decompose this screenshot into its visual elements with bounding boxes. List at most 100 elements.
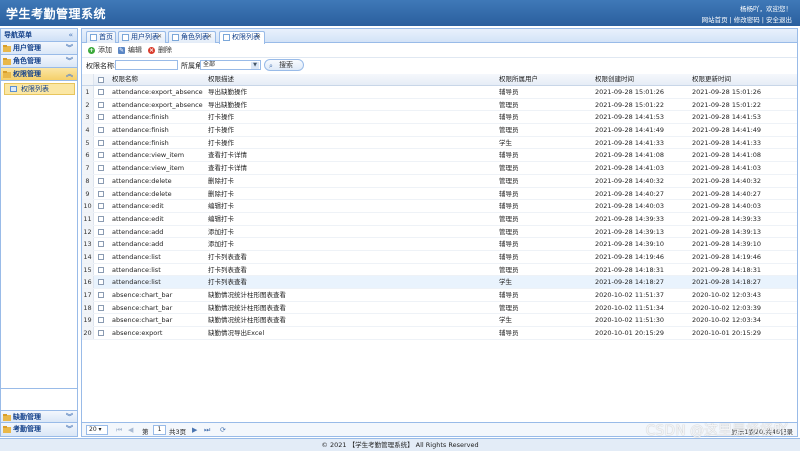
table-row[interactable]: 4 attendance:finish 打卡操作 管理员 2021-09-28 14:4… (82, 124, 797, 137)
delete-button[interactable]: × 删除 (148, 46, 172, 56)
row-checkbox[interactable] (95, 99, 109, 111)
row-checkbox[interactable] (95, 188, 109, 200)
collapse-sidebar-icon[interactable]: « (68, 29, 73, 41)
edit-button[interactable]: ✎ 编辑 (118, 46, 142, 56)
toolbar: + 添加 ✎ 编辑 × 删除 (82, 43, 797, 58)
app-title: 学生考勤管理系统 (6, 7, 107, 21)
column-header[interactable]: 权限所属用户 (499, 74, 594, 85)
row-checkbox[interactable] (95, 175, 109, 187)
table-row[interactable]: 13 attendance:add 添加打卡 辅导员 2021-09-28 14:39:… (82, 238, 797, 251)
table-row[interactable]: 18 absence:chart_bar 缺勤情况统计柱形图表查看 管理员 2020-1… (82, 301, 797, 315)
row-checkbox[interactable] (95, 149, 109, 161)
table-cell: 2020-10-01 20:15:29 (595, 329, 665, 338)
table-row[interactable]: 2 attendance:export_absence 导出缺勤操作 管理员 2021-… (82, 98, 797, 112)
row-checkbox[interactable] (95, 124, 109, 136)
table-cell: 辅导员 (499, 88, 519, 96)
table-cell: 2021-09-28 14:39:10 (595, 240, 665, 249)
table-cell: 辅导员 (499, 252, 519, 261)
row-checkbox[interactable] (95, 289, 109, 301)
table-row[interactable]: 6 attendance:view_item 查看打卡详情 辅导员 2021-09-28… (82, 149, 797, 163)
row-number: 10 (82, 200, 94, 212)
table-cell: 查看打卡详情 (208, 164, 247, 173)
home-link[interactable]: 网站首页 (702, 16, 728, 24)
row-checkbox[interactable] (95, 86, 109, 98)
close-icon[interactable]: ✕ (256, 32, 261, 42)
table-row[interactable]: 8 attendance:delete 删除打卡 管理员 2021-09-28 14:4… (82, 174, 797, 188)
row-checkbox[interactable] (95, 162, 109, 174)
prev-page-icon[interactable]: ◀ (128, 425, 133, 435)
row-checkbox[interactable] (95, 137, 109, 149)
delete-icon: × (148, 47, 155, 54)
table-cell: 辅导员 (499, 291, 519, 299)
table-row[interactable]: 1 attendance:export_absence 导出缺勤操作 辅导员 2021-… (82, 86, 797, 99)
tab-bar: 首页 用户列表 ✕ 角色列表 ✕ 权限列表 ✕ (82, 29, 797, 44)
table-row[interactable]: 5 attendance:finish 打卡操作 学生 2021-09-28 14:41… (82, 136, 797, 150)
row-checkbox[interactable] (95, 264, 109, 276)
sidebar-panel-absence[interactable]: 缺勤管理 ︾ (1, 410, 77, 423)
row-checkbox[interactable] (95, 111, 109, 123)
search-button[interactable]: ⌕ 搜索 (264, 59, 304, 71)
column-header[interactable]: 权限描述 (208, 74, 498, 85)
row-checkbox[interactable] (95, 226, 109, 238)
search-label: 搜索 (279, 61, 293, 69)
row-checkbox[interactable] (95, 200, 109, 212)
table-row[interactable]: 17 absence:chart_bar 缺勤情况统计柱形图表查看 辅导员 2020-1… (82, 289, 797, 302)
row-number: 3 (82, 111, 94, 124)
page-size-select[interactable]: 20 ▾ (86, 425, 108, 435)
logout-link[interactable]: 安全退出 (766, 16, 792, 24)
column-header[interactable]: 权限创建时间 (595, 74, 692, 85)
row-checkbox[interactable] (95, 314, 109, 326)
table-row[interactable]: 15 attendance:list 打卡列表查看 管理员 2021-09-28 14:… (82, 263, 797, 277)
first-page-icon[interactable]: ⏮ (116, 425, 122, 435)
column-header[interactable]: 权限名称 (112, 74, 206, 85)
row-checkbox[interactable] (95, 327, 109, 339)
page-prefix: 第 (142, 428, 149, 436)
row-checkbox[interactable] (95, 251, 109, 263)
sidebar-panel-user[interactable]: 用户管理 ︾ (1, 42, 77, 55)
table-cell: 编辑打卡 (208, 202, 234, 211)
page-icon (122, 34, 129, 41)
tab-home[interactable]: 首页 (86, 31, 116, 43)
sidebar-panel-attendance[interactable]: 考勤管理 ︾ (1, 423, 77, 436)
table-cell: 管理员 (499, 214, 519, 223)
page-number-input[interactable]: 1 (153, 425, 166, 435)
table-cell: 管理员 (499, 126, 519, 135)
row-checkbox[interactable] (95, 276, 109, 288)
role-select[interactable]: 全部 ▼ (200, 60, 261, 70)
sidebar-panel-permission[interactable]: 权限管理 ︽ (1, 68, 77, 81)
column-header[interactable]: 权限更新时间 (692, 74, 796, 85)
main-panel: 首页 用户列表 ✕ 角色列表 ✕ 权限列表 ✕ + 添加 ✎ 编辑 × 删除 权… (81, 28, 798, 437)
change-password-link[interactable]: 修改密码 (734, 16, 760, 24)
close-icon[interactable]: ✕ (157, 32, 162, 42)
table-row[interactable]: 7 attendance:view_item 查看打卡详情 管理员 2021-09-28… (82, 162, 797, 175)
row-checkbox[interactable] (95, 302, 109, 314)
table-cell: 2021-09-28 14:40:32 (692, 176, 762, 185)
table-row[interactable]: 20 absence:export 缺勤情况导出Excel 辅导员 2020-10-01… (82, 327, 797, 340)
table-cell: absence:chart_bar (112, 316, 173, 325)
table-row[interactable]: 16 attendance:list 打卡列表查看 学生 2021-09-28 14:1… (82, 276, 797, 289)
table-cell: 编辑打卡 (208, 214, 234, 223)
sidebar-item-permission-list[interactable]: 权限列表 (4, 83, 75, 95)
table-row[interactable]: 14 attendance:list 打卡列表查看 辅导员 2021-09-28 14:… (82, 250, 797, 264)
table-row[interactable]: 10 attendance:edit 编辑打卡 辅导员 2021-09-28 14:40… (82, 200, 797, 213)
next-page-icon[interactable]: ▶ (192, 425, 197, 435)
tab-role-list[interactable]: 角色列表 ✕ (168, 31, 216, 43)
add-button[interactable]: + 添加 (88, 46, 112, 56)
table-row[interactable]: 19 absence:chart_bar 缺勤情况统计柱形图表查看 学生 2020-10… (82, 314, 797, 328)
table-row[interactable]: 12 attendance:add 添加打卡 管理员 2021-09-28 14:39:… (82, 225, 797, 239)
close-icon[interactable]: ✕ (207, 32, 212, 42)
table-row[interactable]: 11 attendance:edit 编辑打卡 管理员 2021-09-28 14:39… (82, 212, 797, 226)
table-cell: 2021-09-28 15:01:22 (692, 100, 762, 109)
select-all-checkbox[interactable] (95, 74, 109, 85)
row-number-header (82, 74, 94, 85)
sidebar-panel-role[interactable]: 角色管理 ︾ (1, 55, 77, 68)
last-page-icon[interactable]: ⏭ (204, 425, 210, 435)
table-row[interactable]: 3 attendance:finish 打卡操作 辅导员 2021-09-28 14:4… (82, 111, 797, 125)
row-checkbox[interactable] (95, 213, 109, 225)
refresh-icon[interactable]: ⟳ (220, 425, 226, 435)
table-row[interactable]: 9 attendance:delete 删除打卡 辅导员 2021-09-28 14:4… (82, 187, 797, 201)
permission-name-input[interactable] (115, 60, 178, 70)
row-checkbox[interactable] (95, 238, 109, 250)
chevron-down-icon: ▼ (251, 62, 259, 69)
tab-user-list[interactable]: 用户列表 ✕ (118, 31, 166, 43)
